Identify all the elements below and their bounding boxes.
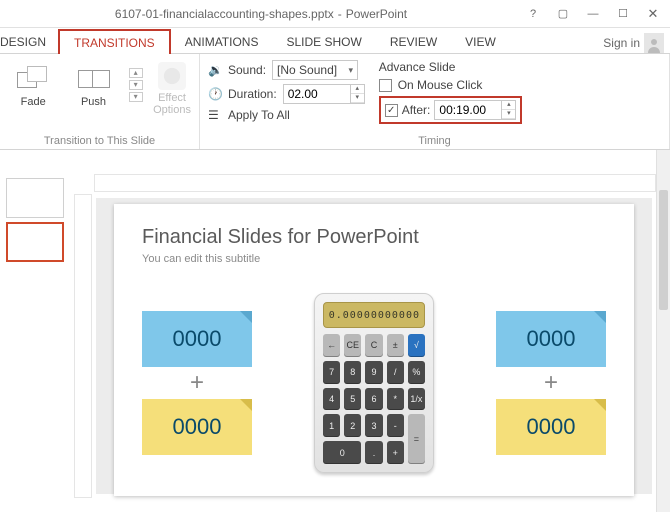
effect-options-icon (158, 62, 186, 90)
note-top-right[interactable]: 0000 (496, 311, 606, 367)
calc-key[interactable]: 4 (323, 388, 340, 411)
slide[interactable]: Financial Slides for PowerPoint You can … (114, 204, 634, 496)
calc-key[interactable]: 1 (323, 414, 340, 437)
ribbon: Fade Push ▴▾▾ Effect Options Transition … (0, 54, 670, 150)
calc-key[interactable]: % (408, 361, 425, 384)
transition-group-label: Transition to This Slide (8, 133, 191, 147)
avatar-icon (644, 33, 664, 53)
calc-key[interactable]: 3 (365, 414, 382, 437)
calc-key[interactable]: 5 (344, 388, 361, 411)
vertical-ruler (74, 194, 92, 498)
plus-right: + (544, 371, 558, 395)
after-spinbox[interactable]: ▴▾ (434, 100, 516, 120)
ribbon-tabs: DESIGN TRANSITIONS ANIMATIONS SLIDE SHOW… (0, 28, 670, 54)
duration-label: Duration: (228, 87, 277, 101)
calc-key[interactable]: * (387, 388, 404, 411)
effect-options-button: Effect Options (153, 58, 191, 116)
calc-key[interactable]: 9 (365, 361, 382, 384)
slide-thumbnails (0, 174, 70, 512)
workspace: Financial Slides for PowerPoint You can … (0, 150, 670, 512)
transition-fade[interactable]: Fade (8, 58, 58, 108)
slide-title[interactable]: Financial Slides for PowerPoint (142, 226, 606, 249)
maximize-button[interactable]: ☐ (612, 5, 634, 23)
duration-icon: 🕐 (208, 87, 222, 101)
thumbnail[interactable] (6, 178, 64, 218)
help-button[interactable]: ? (522, 5, 544, 23)
on-mouse-click-row[interactable]: On Mouse Click (379, 78, 523, 92)
transition-gallery-more[interactable]: ▴▾▾ (129, 58, 143, 102)
calc-key[interactable]: 6 (365, 388, 382, 411)
slide-subtitle[interactable]: You can edit this subtitle (142, 253, 606, 265)
titlebar: 6107-01-financialaccounting-shapes.pptx … (0, 0, 670, 28)
calc-key[interactable]: + (387, 441, 404, 464)
window-title: 6107-01-financialaccounting-shapes.pptx … (0, 7, 522, 21)
apply-all-icon: ☰ (208, 108, 222, 122)
sound-icon: 🔉 (208, 63, 222, 77)
calc-key[interactable]: ± (387, 334, 404, 357)
sound-dropdown[interactable]: [No Sound] (272, 60, 358, 80)
tab-design[interactable]: DESIGN (0, 30, 58, 53)
plus-left: + (190, 371, 204, 395)
tab-slideshow[interactable]: SLIDE SHOW (272, 30, 375, 53)
minimize-button[interactable]: — (582, 5, 604, 23)
calc-key[interactable]: 1/x (408, 388, 425, 411)
file-name: 6107-01-financialaccounting-shapes.pptx (115, 7, 334, 21)
calc-key[interactable]: 8 (344, 361, 361, 384)
fade-icon (17, 62, 49, 94)
horizontal-ruler (94, 174, 656, 192)
calc-key[interactable]: . (365, 441, 382, 464)
advance-slide-label: Advance Slide (379, 60, 523, 74)
note-bottom-right[interactable]: 0000 (496, 399, 606, 455)
calc-key[interactable]: 0 (323, 441, 361, 464)
tab-animations[interactable]: ANIMATIONS (171, 30, 273, 53)
sign-in[interactable]: Sign in (603, 33, 670, 53)
calc-key[interactable]: ← (323, 334, 340, 357)
calculator[interactable]: 0.00000000000 ← CE C ± √ 7 8 9 / % 4 5 (314, 293, 434, 473)
ribbon-display-button[interactable]: ▢ (552, 5, 574, 23)
after-input[interactable] (435, 103, 501, 117)
calc-key[interactable]: 2 (344, 414, 361, 437)
calc-display: 0.00000000000 (323, 302, 425, 328)
calc-key[interactable]: = (408, 414, 425, 464)
tab-view[interactable]: VIEW (451, 30, 510, 53)
push-icon (78, 62, 110, 94)
close-button[interactable]: ✕ (642, 5, 664, 23)
calc-key[interactable]: - (387, 414, 404, 437)
duration-spinbox[interactable]: ▴▾ (283, 84, 365, 104)
calc-key[interactable]: 7 (323, 361, 340, 384)
transition-push[interactable]: Push (68, 58, 118, 108)
sound-label: Sound: (228, 63, 266, 77)
slide-canvas-area[interactable]: Financial Slides for PowerPoint You can … (96, 198, 652, 494)
timing-group-label: Timing (208, 133, 661, 147)
calc-key[interactable]: / (387, 361, 404, 384)
thumbnail-selected[interactable] (6, 222, 64, 262)
app-name: PowerPoint (346, 7, 407, 21)
on-mouse-checkbox[interactable] (379, 79, 392, 92)
note-bottom-left[interactable]: 0000 (142, 399, 252, 455)
after-checkbox[interactable]: ✓ (385, 104, 398, 117)
vertical-scrollbar[interactable] (656, 150, 670, 512)
note-top-left[interactable]: 0000 (142, 311, 252, 367)
calc-keys: ← CE C ± √ 7 8 9 / % 4 5 6 * 1/x (323, 334, 425, 464)
tab-transitions[interactable]: TRANSITIONS (58, 29, 171, 54)
duration-input[interactable] (284, 87, 350, 101)
after-label: After: (402, 103, 431, 117)
apply-to-all[interactable]: ☰ Apply To All (208, 108, 365, 122)
calc-key[interactable]: √ (408, 334, 425, 357)
calc-key[interactable]: C (365, 334, 382, 357)
tab-review[interactable]: REVIEW (376, 30, 451, 53)
after-row: ✓ After: ▴▾ (379, 96, 523, 124)
calc-key[interactable]: CE (344, 334, 361, 357)
